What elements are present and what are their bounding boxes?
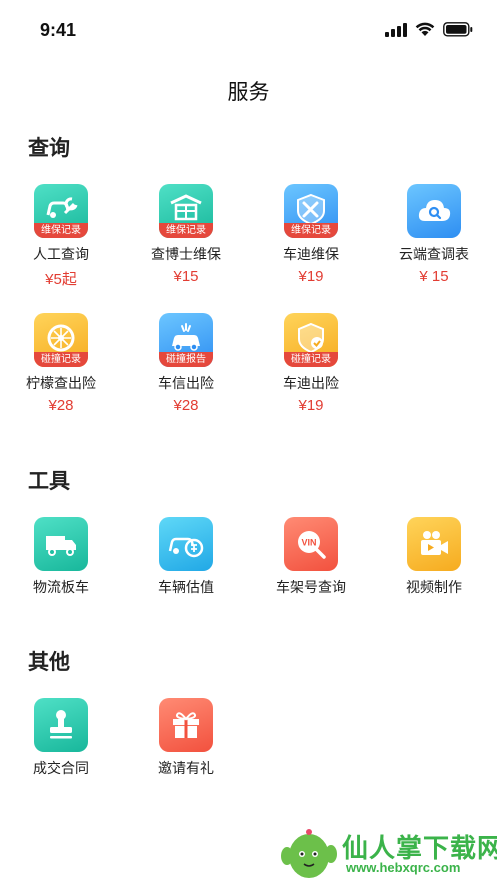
item-price: ¥19 bbox=[298, 397, 324, 414]
item-price: ¥28 bbox=[173, 397, 199, 414]
item-label: 车迪维保 bbox=[283, 246, 339, 262]
item-label: 车信出险 bbox=[158, 375, 214, 391]
item-price: ¥ 15 bbox=[419, 268, 449, 285]
cloud-search-icon bbox=[418, 200, 451, 221]
section-title-other: 其他 bbox=[28, 651, 70, 674]
item-tag: 碰撞记录 bbox=[284, 352, 338, 367]
cactus-logo-icon bbox=[281, 829, 337, 878]
status-icons bbox=[385, 22, 473, 37]
section-title-query: 查询 bbox=[28, 137, 70, 160]
car-valuation-icon bbox=[168, 537, 204, 558]
status-bar: 9:41 bbox=[0, 0, 497, 60]
signal-icon bbox=[385, 22, 407, 37]
wifi-icon bbox=[415, 22, 435, 36]
video-camera-icon bbox=[421, 531, 448, 555]
tool-item-valuation[interactable]: 车辆估值 bbox=[131, 517, 241, 597]
tool-item-vin-query[interactable]: VIN 车架号查询 bbox=[256, 517, 366, 597]
item-label: 车迪出险 bbox=[283, 375, 339, 391]
item-tag: 维保记录 bbox=[284, 223, 338, 238]
page-title: 服务 bbox=[227, 81, 270, 104]
tool-item-logistics[interactable]: 物流板车 bbox=[6, 517, 116, 597]
battery-icon bbox=[443, 22, 473, 37]
service-item-chedi-accident[interactable]: 碰撞记录 车迪出险 ¥19 bbox=[256, 313, 366, 414]
service-item-chexin-accident[interactable]: 碰撞报告 车信出险 ¥28 bbox=[131, 313, 241, 414]
vin-search-icon: VIN bbox=[298, 531, 326, 559]
item-label: 柠檬查出险 bbox=[26, 375, 96, 391]
item-tag: 碰撞报告 bbox=[159, 352, 213, 367]
tool-item-video[interactable]: 视频制作 bbox=[379, 517, 489, 597]
item-label: 云端查调表 bbox=[399, 246, 469, 262]
item-label: 物流板车 bbox=[33, 579, 89, 595]
other-item-contract[interactable]: 成交合同 bbox=[6, 698, 116, 778]
item-label: 成交合同 bbox=[33, 760, 89, 776]
status-time: 9:41 bbox=[40, 20, 77, 40]
item-label: 人工查询 bbox=[33, 246, 89, 262]
item-label: 视频制作 bbox=[406, 579, 462, 595]
item-label: 查博士维保 bbox=[151, 246, 221, 262]
item-tag: 维保记录 bbox=[159, 223, 213, 238]
other-item-invite[interactable]: 邀请有礼 bbox=[131, 698, 241, 778]
section-title-tools: 工具 bbox=[28, 470, 70, 493]
item-tag: 维保记录 bbox=[34, 223, 88, 238]
service-item-cloud-odometer[interactable]: 云端查调表 ¥ 15 bbox=[379, 184, 489, 285]
stamp-icon bbox=[50, 710, 72, 739]
item-price: ¥5起 bbox=[45, 271, 77, 288]
item-price: ¥19 bbox=[298, 268, 324, 285]
item-price: ¥15 bbox=[173, 268, 199, 285]
item-tag: 碰撞记录 bbox=[34, 352, 88, 367]
item-label: 车辆估值 bbox=[158, 579, 214, 595]
service-item-manual-query[interactable]: 维保记录 人工查询 ¥5起 bbox=[6, 184, 116, 289]
watermark-url: www.hebxqrc.com bbox=[346, 860, 461, 875]
svg-text:VIN: VIN bbox=[301, 538, 316, 548]
gift-icon bbox=[173, 712, 199, 738]
truck-icon bbox=[46, 536, 76, 556]
item-label: 邀请有礼 bbox=[158, 760, 214, 776]
item-price: ¥28 bbox=[48, 397, 74, 414]
service-item-lemon-accident[interactable]: 碰撞记录 柠檬查出险 ¥28 bbox=[6, 313, 116, 414]
watermark: 仙人掌下载网 www.hebxqrc.com bbox=[276, 820, 497, 883]
service-item-chedi-maintenance[interactable]: 维保记录 车迪维保 ¥19 bbox=[256, 184, 366, 285]
item-label: 车架号查询 bbox=[276, 579, 346, 595]
service-item-chaboshi-maintenance[interactable]: 维保记录 查博士维保 ¥15 bbox=[131, 184, 241, 285]
